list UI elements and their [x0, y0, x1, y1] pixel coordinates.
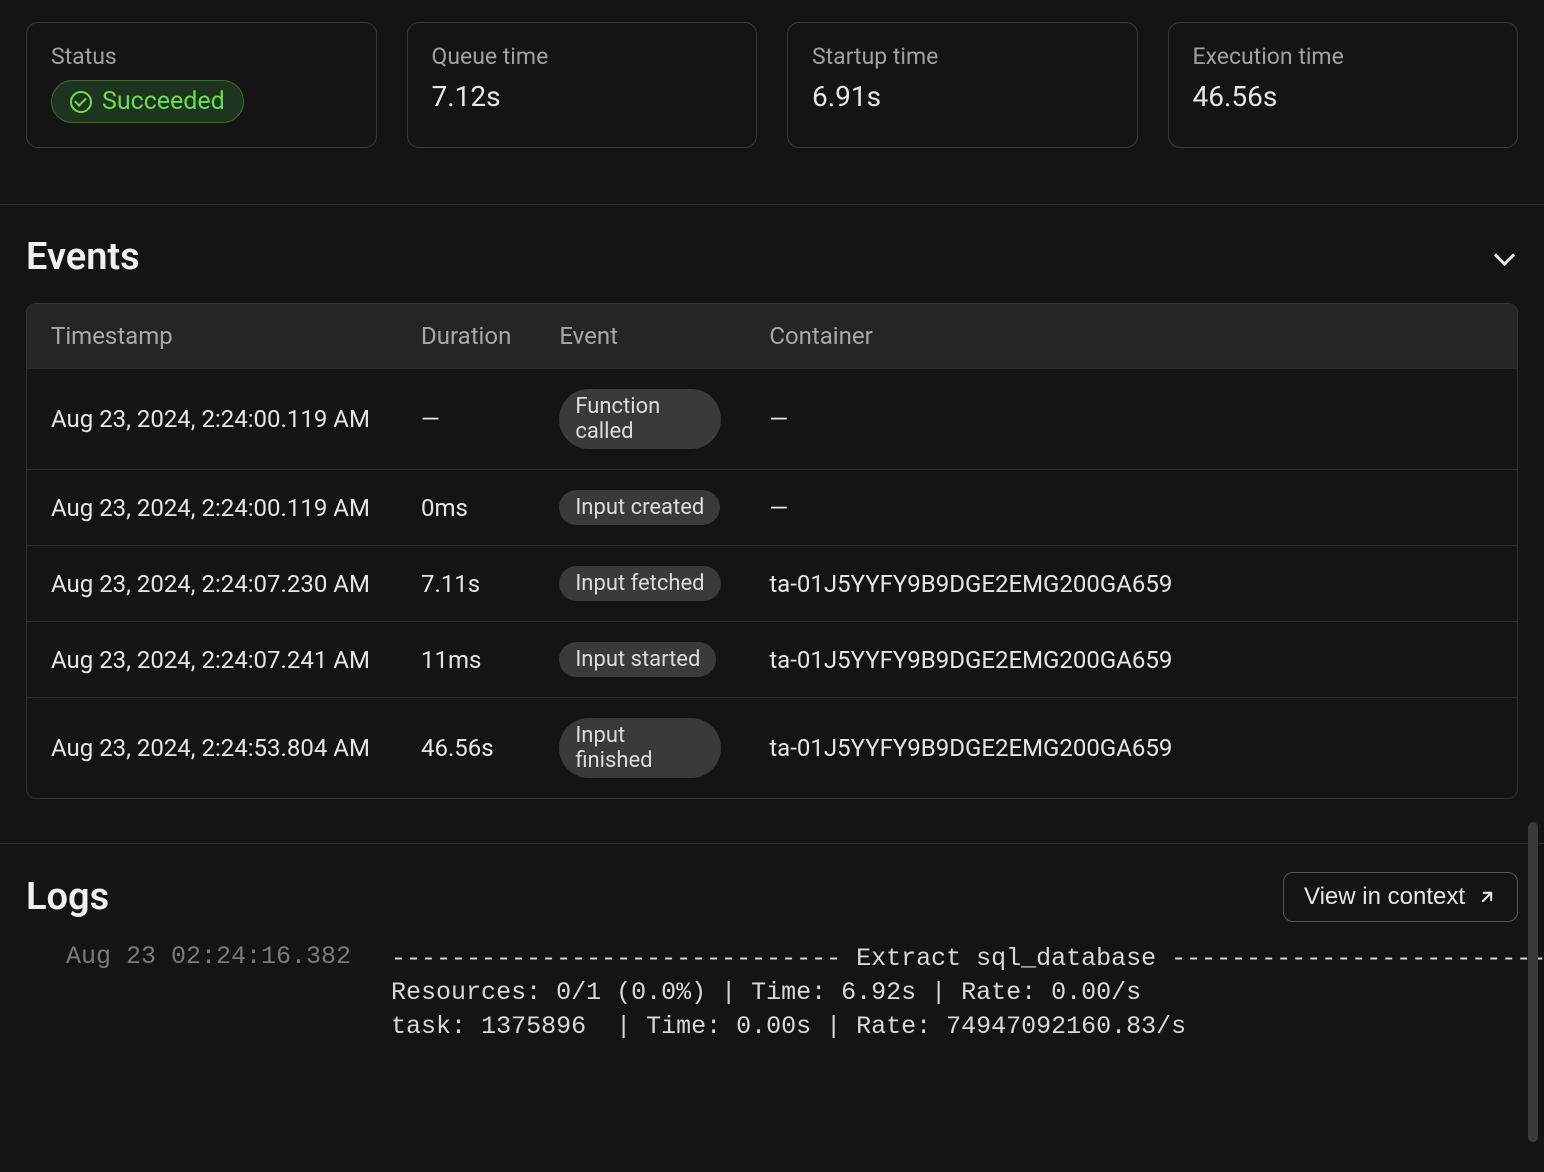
status-card: Status Succeeded — [26, 22, 377, 148]
startup-time-label: Startup time — [812, 43, 1113, 70]
logs-title: Logs — [26, 875, 109, 919]
cell-duration: 0ms — [397, 470, 535, 546]
chevron-down-icon[interactable] — [1492, 244, 1518, 270]
event-chip: Input started — [559, 642, 716, 677]
logs-header: Logs View in context — [0, 844, 1544, 932]
event-chip: Function called — [559, 389, 721, 449]
check-circle-icon — [70, 91, 92, 113]
cell-duration: — — [397, 369, 535, 470]
table-row: Aug 23, 2024, 2:24:07.230 AM7.11s Input f… — [27, 546, 1517, 622]
view-in-context-button[interactable]: View in context — [1283, 872, 1518, 922]
cell-event: Function called — [535, 369, 745, 470]
external-link-icon — [1477, 887, 1497, 907]
cell-event: Input created — [535, 470, 745, 546]
col-event: Event — [535, 304, 745, 369]
table-row: Aug 23, 2024, 2:24:07.241 AM11ms Input st… — [27, 622, 1517, 698]
events-table: Timestamp Duration Event Container Aug 2… — [26, 303, 1518, 799]
status-label: Status — [51, 43, 352, 70]
cell-timestamp: Aug 23, 2024, 2:24:00.119 AM — [27, 470, 397, 546]
table-row: Aug 23, 2024, 2:24:00.119 AM—Function ca… — [27, 369, 1517, 470]
view-in-context-label: View in context — [1304, 883, 1465, 911]
col-container: Container — [745, 304, 1517, 369]
execution-time-label: Execution time — [1193, 43, 1494, 70]
cell-container: — — [745, 369, 1517, 470]
logs-body: Aug 23 02:24:16.382 --------------------… — [0, 932, 1544, 1043]
queue-time-value: 7.12s — [432, 80, 733, 113]
log-text: ------------------------------ Extract s… — [391, 938, 1544, 1043]
queue-time-card: Queue time 7.12s — [407, 22, 758, 148]
event-chip: Input finished — [559, 718, 721, 778]
execution-time-value: 46.56s — [1193, 80, 1494, 113]
cell-timestamp: Aug 23, 2024, 2:24:07.230 AM — [27, 546, 397, 622]
cell-event: Input started — [535, 622, 745, 698]
cell-container: — — [745, 470, 1517, 546]
events-title: Events — [26, 235, 140, 279]
col-timestamp: Timestamp — [27, 304, 397, 369]
execution-time-card: Execution time 46.56s — [1168, 22, 1519, 148]
cell-container: ta-01J5YYFY9B9DGE2EMG200GA659 — [745, 698, 1517, 799]
events-header[interactable]: Events — [26, 205, 1518, 303]
scrollbar[interactable] — [1528, 822, 1538, 1142]
cell-duration: 7.11s — [397, 546, 535, 622]
events-header-row: Timestamp Duration Event Container — [27, 304, 1517, 369]
summary-cards: Status Succeeded Queue time 7.12s Startu… — [0, 0, 1544, 148]
status-value: Succeeded — [102, 87, 225, 116]
cell-duration: 46.56s — [397, 698, 535, 799]
cell-duration: 11ms — [397, 622, 535, 698]
cell-container: ta-01J5YYFY9B9DGE2EMG200GA659 — [745, 622, 1517, 698]
queue-time-label: Queue time — [432, 43, 733, 70]
table-row: Aug 23, 2024, 2:24:00.119 AM0ms Input cre… — [27, 470, 1517, 546]
cell-event: Input finished — [535, 698, 745, 799]
event-chip: Input fetched — [559, 566, 720, 601]
cell-timestamp: Aug 23, 2024, 2:24:53.804 AM — [27, 698, 397, 799]
startup-time-value: 6.91s — [812, 80, 1113, 113]
status-badge: Succeeded — [51, 80, 244, 123]
cell-timestamp: Aug 23, 2024, 2:24:00.119 AM — [27, 369, 397, 470]
cell-event: Input fetched — [535, 546, 745, 622]
table-row: Aug 23, 2024, 2:24:53.804 AM46.56s Input … — [27, 698, 1517, 799]
col-duration: Duration — [397, 304, 535, 369]
events-section: Events Timestamp Duration Event Containe… — [0, 205, 1544, 799]
event-chip: Input created — [559, 490, 720, 525]
cell-timestamp: Aug 23, 2024, 2:24:07.241 AM — [27, 622, 397, 698]
log-timestamp: Aug 23 02:24:16.382 — [26, 938, 391, 1043]
startup-time-card: Startup time 6.91s — [787, 22, 1138, 148]
cell-container: ta-01J5YYFY9B9DGE2EMG200GA659 — [745, 546, 1517, 622]
